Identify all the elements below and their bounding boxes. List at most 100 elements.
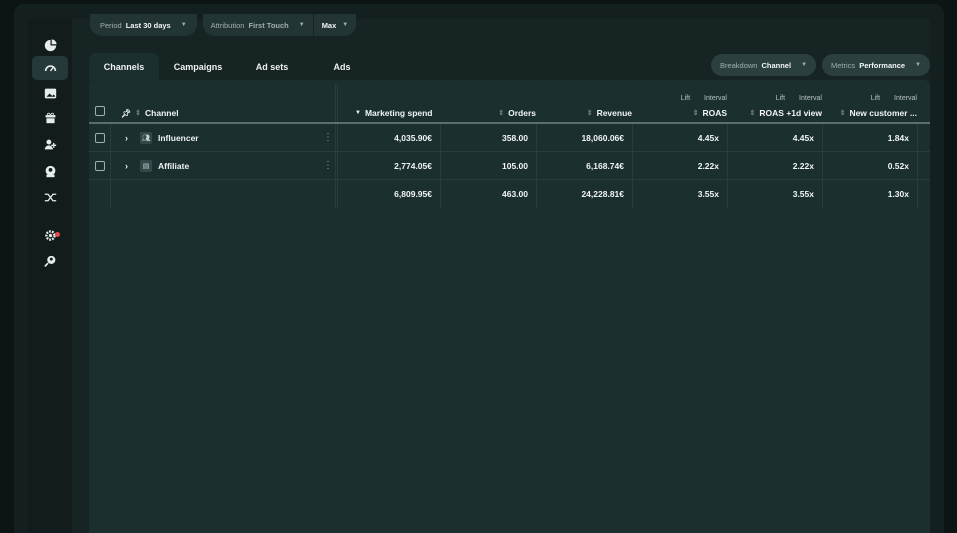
metrics-label: Metrics	[831, 60, 856, 70]
newcust-lift-interval: Lift Interval	[870, 95, 917, 102]
image-icon[interactable]	[32, 81, 68, 105]
row-checkbox[interactable]	[95, 124, 105, 151]
shuffle-icon[interactable]	[32, 185, 68, 209]
pie-chart-icon[interactable]	[32, 33, 68, 57]
tab-ad-sets[interactable]: Ad sets	[237, 53, 307, 81]
roas1d-cell: 2.22x	[792, 160, 814, 171]
settings-icon[interactable]	[32, 223, 68, 247]
affiliate-channel-icon: ▤	[140, 152, 152, 179]
sort-icon: ⇕	[839, 110, 846, 117]
filter-bar: Period Last 30 days ▼ Attribution First …	[90, 14, 357, 36]
data-table: 📌︎ ⇕ Channel ▼ Marketing spend ⇕ Orders …	[89, 84, 930, 208]
sort-icon: ⇕	[498, 110, 505, 117]
breakdown-select[interactable]: Breakdown Channel ▼	[710, 54, 817, 76]
period-value: Last 30 days	[125, 20, 171, 30]
tab-channels[interactable]: Channels	[89, 53, 159, 81]
select-all-checkbox[interactable]	[95, 100, 105, 122]
total-newcust: 1.30x	[887, 189, 909, 199]
column-divider	[917, 180, 918, 208]
attribution-window-select[interactable]: Max ▼	[312, 14, 357, 36]
sort-icon: ⇕	[586, 110, 593, 117]
window-value: Max	[321, 20, 337, 30]
channel-name[interactable]: Affiliate	[158, 152, 189, 179]
revenue-header[interactable]: ⇕ Revenue	[587, 108, 632, 118]
newcust-cell: 1.84x	[887, 132, 909, 143]
orders-cell: 358.00	[502, 132, 528, 143]
dashboard-gauge-icon[interactable]	[32, 56, 68, 80]
revenue-cell: 6,168.74€	[586, 160, 624, 171]
sort-icon: ⇕	[692, 110, 699, 117]
orders-header[interactable]: ⇕ Orders	[498, 108, 536, 118]
user-badge-icon[interactable]	[32, 159, 68, 183]
pin-icon[interactable]: 📌︎	[121, 109, 131, 118]
column-divider	[917, 152, 918, 179]
total-roas1d: 3.55x	[792, 189, 814, 199]
row-menu-icon[interactable]: ⋮	[323, 124, 333, 151]
user-search-icon[interactable]	[32, 249, 68, 273]
notification-dot	[55, 232, 60, 237]
column-divider	[110, 152, 111, 179]
roas1d-header[interactable]: ⇕ ROAS +1d view	[750, 108, 822, 118]
caret-down-icon: ▼	[915, 62, 921, 68]
add-user-icon[interactable]	[32, 132, 68, 156]
attribution-value: First Touch	[248, 20, 289, 30]
caret-down-icon: ▼	[180, 22, 187, 28]
sidebar-rail	[28, 19, 72, 533]
metrics-value: Performance	[859, 60, 906, 70]
spend-cell: 2,774.05€	[394, 160, 432, 171]
influencer-channel-icon: 👥︎	[140, 124, 152, 151]
column-divider	[110, 124, 111, 151]
breakdown-value: Channel	[761, 60, 792, 70]
row-checkbox[interactable]	[95, 152, 105, 179]
total-revenue: 24,228.81€	[581, 189, 624, 199]
roas1d-lift-interval: Lift Interval	[775, 95, 822, 102]
period-filter[interactable]: Period Last 30 days ▼	[90, 14, 197, 36]
sort-icon: ⇕	[135, 110, 142, 117]
table-row[interactable]: › 👥︎ Influencer ⋮ 4,035.90€ 358.00 18,06…	[89, 124, 930, 152]
attribution-filter: Attribution First Touch ▼ Max ▼	[202, 14, 357, 36]
roas-cell: 4.45x	[697, 132, 719, 143]
sort-desc-icon: ▼	[355, 110, 361, 116]
caret-down-icon: ▼	[342, 22, 349, 28]
orders-cell: 105.00	[502, 160, 528, 171]
spend-cell: 4,035.90€	[394, 132, 432, 143]
caret-down-icon: ▼	[298, 22, 305, 28]
period-label: Period	[100, 20, 122, 30]
table-header: 📌︎ ⇕ Channel ▼ Marketing spend ⇕ Orders …	[89, 84, 930, 124]
tab-bar: Channels Campaigns Ad sets Ads	[89, 53, 377, 81]
spend-header[interactable]: ▼ Marketing spend	[355, 108, 433, 118]
sort-icon: ⇕	[749, 110, 756, 117]
caret-down-icon: ▼	[801, 62, 808, 68]
channel-name[interactable]: Influencer	[158, 124, 199, 151]
revenue-cell: 18,060.06€	[581, 132, 624, 143]
table-row[interactable]: › ▤ Affiliate ⋮ 2,774.05€ 105.00 6,168.7…	[89, 152, 930, 180]
total-spend: 6,809.95€	[394, 189, 432, 199]
expand-chevron-icon[interactable]: ›	[125, 124, 128, 151]
roas-header[interactable]: ⇕ ROAS	[693, 108, 727, 118]
column-divider	[335, 84, 338, 122]
view-controls: Breakdown Channel ▼ Metrics Performance …	[710, 54, 930, 76]
tab-ads[interactable]: Ads	[307, 53, 377, 81]
row-menu-icon[interactable]: ⋮	[323, 152, 333, 179]
attribution-model-select[interactable]: Attribution First Touch ▼	[203, 14, 313, 36]
attribution-label: Attribution	[210, 20, 245, 30]
column-divider	[917, 124, 918, 151]
column-divider	[335, 124, 338, 151]
total-roas: 3.55x	[697, 189, 719, 199]
newcust-header[interactable]: ⇕ New customer ...	[840, 108, 917, 118]
roas1d-cell: 4.45x	[792, 132, 814, 143]
column-divider	[335, 180, 338, 208]
column-divider	[110, 180, 111, 208]
tab-campaigns[interactable]: Campaigns	[159, 53, 237, 81]
column-divider	[335, 152, 338, 179]
newcust-cell: 0.52x	[887, 160, 909, 171]
total-orders: 463.00	[502, 189, 528, 199]
channel-header[interactable]: 📌︎ ⇕ Channel	[121, 108, 179, 118]
total-row: 6,809.95€ 463.00 24,228.81€ 3.55x 3.55x …	[89, 180, 930, 208]
expand-chevron-icon[interactable]: ›	[125, 152, 128, 179]
roas-lift-interval: Lift Interval	[680, 95, 727, 102]
metrics-select[interactable]: Metrics Performance ▼	[822, 54, 930, 76]
gift-icon[interactable]	[32, 105, 68, 129]
breakdown-label: Breakdown	[719, 60, 758, 70]
roas-cell: 2.22x	[697, 160, 719, 171]
